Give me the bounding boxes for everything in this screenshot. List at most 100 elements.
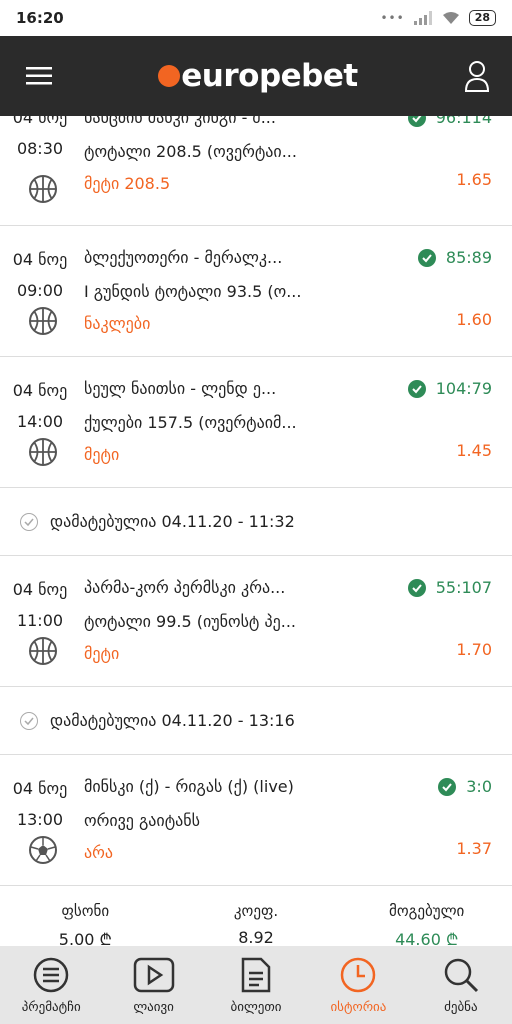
bet-time: 08:30 [16, 139, 64, 158]
bet-datetime: 04 ნოე 14:00 [10, 375, 70, 437]
check-icon [407, 578, 426, 597]
added-timestamp-row: დამატებულია 04.11.20 - 11:32 [0, 488, 512, 556]
bet-score: 55:107 [435, 578, 492, 597]
check-icon [438, 777, 457, 796]
bet-market: I გუნდის ტოტალი 93.5 (ო... [84, 282, 302, 301]
bet-item[interactable]: 04 ნოე 08:30 ნანცზინ მანკი კინგი - შ... … [0, 116, 512, 226]
bet-selection: მეტი [84, 445, 120, 464]
stake-value: 5.00 ₾ [58, 930, 112, 946]
nav-label: ძებნა [444, 1000, 478, 1015]
bet-summary: ფსონი 5.00 ₾ კოეფ. 8.92 მოგებული 44.60 ₾ [0, 886, 512, 946]
bet-time: 13:00 [16, 810, 64, 829]
bet-datetime: 04 ნოე 09:00 [10, 244, 70, 306]
nav-prematch[interactable]: პრემატჩი [0, 946, 102, 1024]
bet-market: ტოტალი 208.5 (ოვერტაი... [84, 142, 297, 161]
added-label: დამატებულია 04.11.20 - 13:16 [50, 711, 295, 730]
bet-match: პარმა-კორ პერმსკი კრა... [84, 578, 286, 597]
bet-result: 3:0 [438, 777, 492, 796]
bet-score: 96:114 [435, 116, 492, 127]
nav-live[interactable]: ლაივი [102, 946, 204, 1024]
bet-history-list[interactable]: 04 ნოე 08:30 ნანცზინ მანკი კინგი - შ... … [0, 116, 512, 946]
bet-score: 85:89 [445, 248, 492, 267]
stake-label: ფსონი [61, 902, 110, 920]
win-summary: მოგებული 44.60 ₾ [341, 886, 512, 946]
ticket-icon [241, 957, 271, 993]
bet-match: მინსკი (ქ) - რიგას (ქ) (live) [84, 777, 294, 796]
app-header: europebet [0, 36, 512, 116]
nav-label: ლაივი [133, 1000, 174, 1015]
signal-icon [413, 11, 432, 25]
win-label: მოგებული [389, 902, 465, 920]
logo-dot-icon [158, 65, 181, 87]
added-timestamp-row: დამატებულია 04.11.20 - 13:16 [0, 687, 512, 755]
bet-score: 104:79 [435, 379, 492, 398]
bet-selection: მეტი [84, 644, 120, 663]
nav-ticket[interactable]: ბილეთი [205, 946, 307, 1024]
bet-result: 85:89 [417, 248, 492, 267]
bet-match: სეულ ნაითსი - ლენდ ე... [84, 379, 277, 398]
bet-item[interactable]: 04 ნოე 11:00 პარმა-კორ პერმსკი კრა... ტო… [0, 556, 512, 687]
odds-value: 8.92 [238, 928, 274, 946]
bet-item[interactable]: 04 ნოე 09:00 ბლექუოთერი - მერალკ... I გუ… [0, 226, 512, 357]
bet-time: 14:00 [16, 412, 64, 431]
check-icon [417, 248, 436, 267]
bottom-navigation: პრემატჩი ლაივი ბილეთი ისტორია ძებნა [0, 946, 512, 1024]
check-outline-icon [20, 711, 38, 730]
bet-odds: 1.65 [456, 170, 492, 189]
bet-date: 04 ნოე [12, 116, 68, 127]
bet-market: ქულები 157.5 (ოვერტაიმ... [84, 413, 297, 432]
odds-label: კოეფ. [233, 902, 279, 920]
nav-label: ბილეთი [230, 1000, 282, 1015]
nav-search[interactable]: ძებნა [410, 946, 512, 1024]
bet-result: 104:79 [407, 379, 492, 398]
menu-icon[interactable] [26, 66, 52, 86]
bet-odds: 1.60 [456, 310, 492, 329]
logo-text: europebet [181, 58, 358, 94]
bet-odds: 1.45 [456, 441, 492, 460]
bet-selection: მეტი 208.5 [84, 174, 171, 193]
basketball-icon [29, 637, 57, 665]
status-time: 16:20 [16, 9, 64, 27]
football-icon [29, 836, 57, 864]
logo[interactable]: europebet [158, 58, 358, 94]
play-icon [133, 957, 174, 993]
bet-match: ბლექუოთერი - მერალკ... [84, 248, 283, 267]
bet-date: 04 ნოე [12, 250, 68, 269]
bet-selection: არა [84, 843, 113, 862]
win-value: 44.60 ₾ [395, 930, 459, 946]
status-bar: 16:20 ••• 28 [0, 0, 512, 36]
stake-summary: ფსონი 5.00 ₾ [0, 886, 171, 946]
bet-item[interactable]: 04 ნოე 13:00 მინსკი (ქ) - რიგას (ქ) (liv… [0, 755, 512, 886]
basketball-icon [29, 175, 57, 203]
check-icon [407, 116, 426, 127]
more-dots-icon: ••• [380, 11, 405, 25]
basketball-icon [29, 307, 57, 335]
bet-market: ტოტალი 99.5 (იუნოსტ პე... [84, 612, 296, 631]
bet-datetime: 04 ნოე 08:30 [10, 116, 70, 164]
clock-icon [341, 957, 376, 993]
bet-match: ნანცზინ მანკი კინგი - შ... [84, 116, 276, 127]
check-icon [407, 379, 426, 398]
bet-market: ორივე გაიტანს [84, 811, 201, 830]
bet-result: 96:114 [407, 116, 492, 127]
bet-date: 04 ნოე [12, 381, 68, 400]
added-label: დამატებულია 04.11.20 - 11:32 [50, 512, 295, 531]
bet-date: 04 ნოე [12, 580, 68, 599]
bet-odds: 1.70 [456, 640, 492, 659]
bet-date: 04 ნოე [12, 779, 68, 798]
nav-history[interactable]: ისტორია [307, 946, 409, 1024]
check-outline-icon [20, 512, 38, 531]
odds-summary: კოეფ. 8.92 [171, 886, 342, 946]
bet-datetime: 04 ნოე 13:00 [10, 773, 70, 835]
search-icon [444, 958, 478, 993]
user-icon[interactable] [464, 60, 490, 92]
bet-datetime: 04 ნოე 11:00 [10, 574, 70, 636]
bet-item[interactable]: 04 ნოე 14:00 სეულ ნაითსი - ლენდ ე... ქულ… [0, 357, 512, 488]
bet-score: 3:0 [466, 777, 492, 796]
nav-label: ისტორია [330, 1000, 387, 1015]
wifi-icon [442, 12, 459, 24]
nav-label: პრემატჩი [21, 1000, 81, 1015]
battery-icon: 28 [468, 10, 496, 26]
basketball-icon [29, 438, 57, 466]
bet-selection: ნაკლები [84, 314, 151, 333]
